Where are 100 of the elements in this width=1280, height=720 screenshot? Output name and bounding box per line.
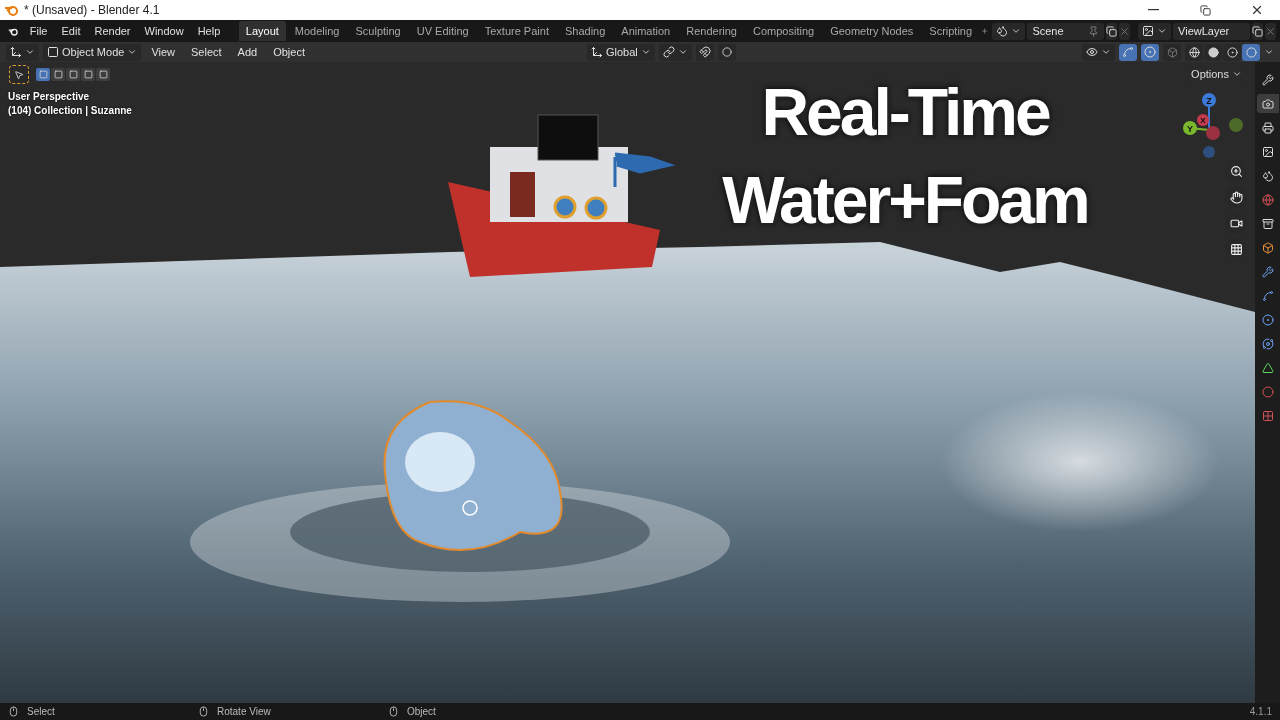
blender-logo-icon <box>4 4 18 16</box>
menu-item[interactable]: File <box>23 23 54 39</box>
menu-item[interactable]: Help <box>191 23 227 39</box>
pivot-dropdown[interactable] <box>658 43 692 61</box>
header-menu-item[interactable]: Object <box>267 44 311 60</box>
shading-mode-button[interactable] <box>1242 43 1260 61</box>
workspace-tab[interactable]: Layout <box>238 21 286 41</box>
checker-icon <box>1261 409 1274 422</box>
workspace-tab[interactable]: UV Editing <box>409 21 476 41</box>
header-menu-item[interactable]: Add <box>231 44 264 60</box>
restore-icon <box>1199 4 1211 16</box>
overlay-toggle[interactable] <box>1141 43 1159 61</box>
select-box-tool[interactable] <box>10 66 28 83</box>
selection-mode-button[interactable] <box>51 68 65 81</box>
curve-icon <box>1261 289 1274 302</box>
version-text: 4.1.1 <box>1249 706 1272 717</box>
pin-icon <box>1088 25 1100 37</box>
workspace-tab[interactable]: Sculpting <box>348 21 408 41</box>
header-menu-item[interactable]: View <box>145 44 182 60</box>
axis-gizmo[interactable]: Z X Y <box>1181 90 1245 160</box>
view-layer-type-dropdown[interactable] <box>1138 22 1172 40</box>
droplets-icon <box>1261 169 1274 182</box>
camera-icon <box>1261 97 1274 110</box>
menu-item[interactable]: Render <box>88 23 137 39</box>
snap-button[interactable] <box>695 43 714 61</box>
square-icon <box>83 70 93 79</box>
orbit-icon <box>1261 337 1274 350</box>
visibility-dropdown[interactable] <box>1082 43 1115 61</box>
viewport-info-text: (104) Collection | Suzanne <box>8 105 132 116</box>
chevron-down-icon <box>677 47 688 57</box>
selection-mode-button[interactable] <box>36 68 50 81</box>
zoom-icon <box>1229 164 1243 178</box>
scene-type-dropdown[interactable] <box>992 22 1026 40</box>
workspace-tab[interactable]: Animation <box>614 21 678 41</box>
workspace-tab[interactable]: Modeling <box>287 21 347 41</box>
close-icon <box>1265 25 1277 37</box>
duplicate-icon <box>1106 25 1118 37</box>
orbit-dot-icon <box>1261 313 1274 326</box>
wireframe-sphere-icon <box>1188 46 1200 58</box>
workspace-tab[interactable]: Geometry Nodes <box>823 21 921 41</box>
square-icon <box>53 70 63 79</box>
workspace-tab[interactable]: Texture Paint <box>477 21 556 41</box>
chevron-down-icon <box>1157 26 1168 36</box>
printer-icon <box>1261 121 1274 134</box>
workspace-tab[interactable]: Scripting <box>922 21 980 41</box>
workspace-tab[interactable]: Shading <box>557 21 613 41</box>
shading-dropdown-icon[interactable] <box>1264 47 1274 57</box>
menu-item[interactable]: Window <box>138 23 190 39</box>
workspace-tab[interactable]: Rendering <box>679 21 744 41</box>
gizmo-toggle[interactable] <box>1119 43 1137 61</box>
close-icon <box>1119 25 1131 37</box>
overlay-icon <box>1144 46 1156 58</box>
status-hint: Rotate View <box>217 706 271 717</box>
droplets-icon <box>996 25 1009 37</box>
axes-icon <box>591 46 603 58</box>
shading-mode-button[interactable] <box>1185 43 1203 61</box>
properties-tab[interactable] <box>1256 94 1279 113</box>
selection-mode-button[interactable] <box>81 68 95 81</box>
new-view-layer-button[interactable] <box>1252 22 1264 40</box>
material-sphere-icon <box>1226 46 1238 58</box>
mode-dropdown[interactable]: Object Mode <box>43 43 142 61</box>
xray-toggle[interactable] <box>1163 43 1181 61</box>
pointer-icon <box>14 69 24 80</box>
chevron-down-icon <box>640 47 651 57</box>
magnet-icon <box>698 46 711 58</box>
selection-mode-button[interactable] <box>66 68 80 81</box>
orientation-dropdown[interactable]: Global <box>587 43 655 61</box>
mouse-icon <box>198 706 209 717</box>
new-scene-button[interactable] <box>1106 22 1118 40</box>
delete-scene-button[interactable] <box>1119 22 1131 40</box>
viewport-info-text: User Perspective <box>8 91 91 102</box>
editor-type-dropdown[interactable] <box>6 43 39 61</box>
chevron-down-icon <box>25 47 35 57</box>
wrench-icon <box>1261 265 1274 278</box>
square-icon <box>47 46 59 58</box>
headline-text: Real-Time <box>761 74 1049 151</box>
selection-mode-button[interactable] <box>96 68 110 81</box>
curve-icon <box>1122 46 1134 58</box>
view-layer-field[interactable]: ViewLayer <box>1173 22 1251 40</box>
headline-text: Water+Foam <box>722 162 1088 239</box>
shading-mode-button[interactable] <box>1223 43 1241 61</box>
solid-sphere-icon <box>1207 46 1219 58</box>
sphere-icon <box>1261 385 1274 398</box>
circle-icon <box>721 47 732 57</box>
workspace-tab[interactable]: Compositing <box>746 21 822 41</box>
header-menu-item[interactable]: Select <box>185 44 228 60</box>
window-title: * (Unsaved) - Blender 4.1 <box>24 3 161 17</box>
minimize-icon <box>1147 9 1159 11</box>
chevron-down-icon <box>1232 69 1242 79</box>
cube-icon <box>1166 46 1178 58</box>
delete-view-layer-button[interactable] <box>1265 22 1277 40</box>
shading-mode-button[interactable] <box>1204 43 1222 61</box>
duplicate-icon <box>1252 25 1264 37</box>
scene-field[interactable]: Scene <box>1027 22 1105 40</box>
add-workspace-icon[interactable] <box>981 25 989 37</box>
chevron-down-icon <box>1101 47 1111 57</box>
proportional-edit-button[interactable] <box>717 43 736 61</box>
mouse-icon <box>8 706 19 717</box>
menu-item[interactable]: Edit <box>55 23 87 39</box>
hand-icon <box>1229 190 1243 204</box>
